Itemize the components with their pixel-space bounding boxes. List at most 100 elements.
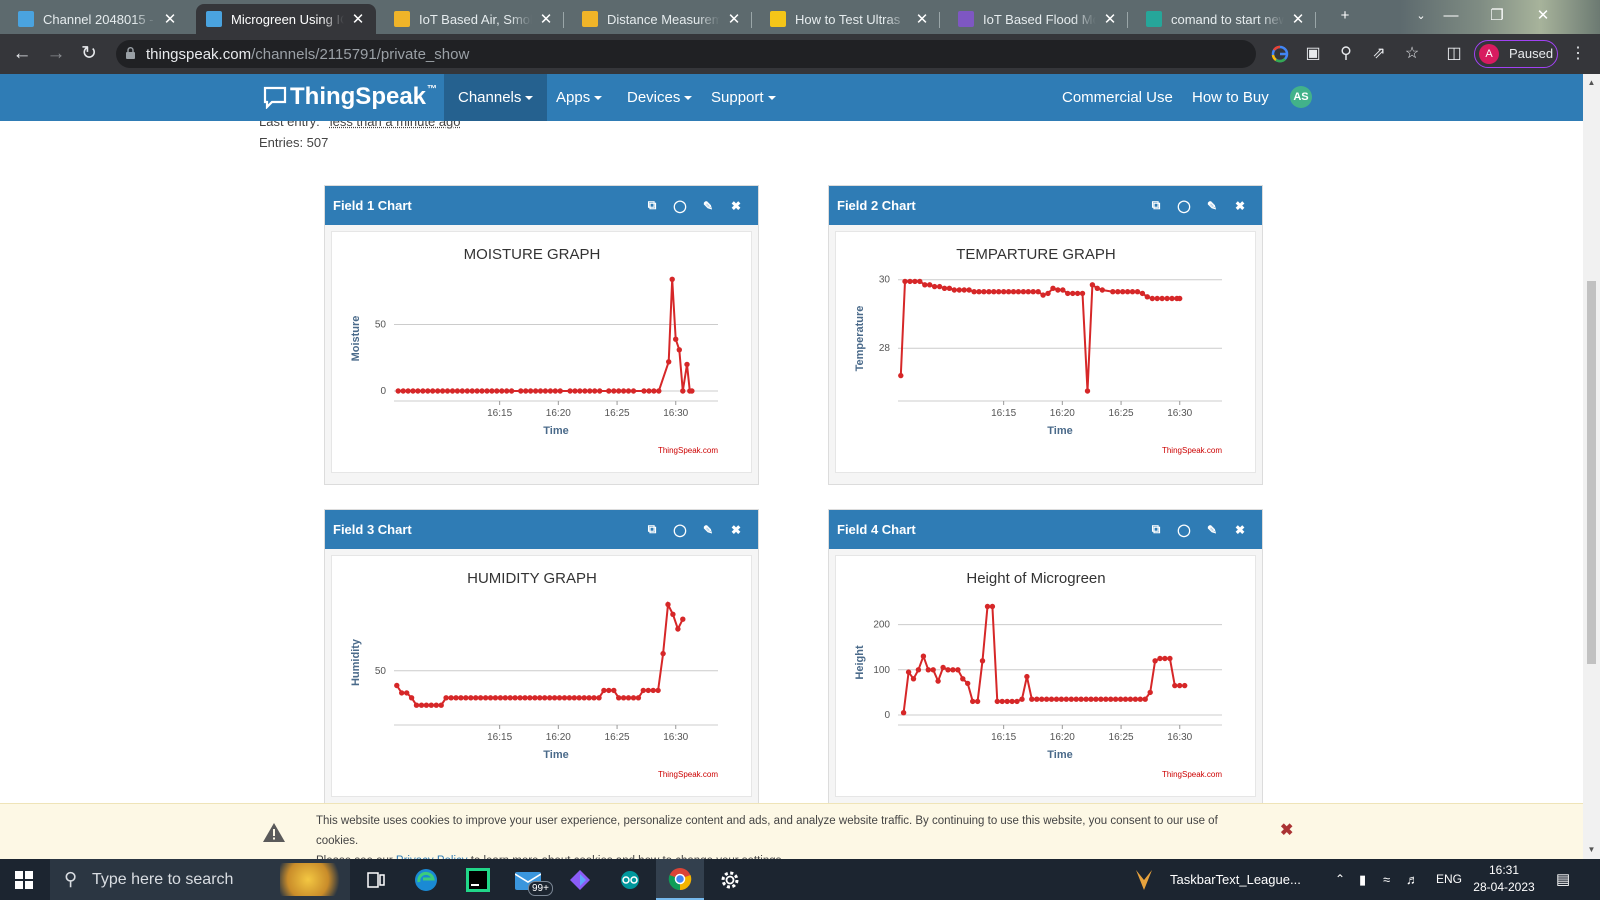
- data-point[interactable]: [1040, 292, 1046, 298]
- data-point[interactable]: [1058, 696, 1065, 702]
- data-point[interactable]: [656, 388, 662, 394]
- data-point[interactable]: [981, 289, 987, 295]
- data-point[interactable]: [1060, 287, 1066, 293]
- data-point[interactable]: [1172, 682, 1178, 689]
- data-point[interactable]: [507, 695, 513, 701]
- data-point[interactable]: [1043, 696, 1050, 702]
- data-point[interactable]: [640, 687, 646, 694]
- data-point[interactable]: [1001, 289, 1007, 295]
- data-point[interactable]: [1103, 696, 1109, 702]
- data-point[interactable]: [1167, 655, 1173, 662]
- data-point[interactable]: [542, 388, 549, 394]
- data-point[interactable]: [941, 285, 948, 291]
- data-point[interactable]: [1078, 696, 1084, 702]
- task-view-icon[interactable]: [352, 859, 400, 900]
- data-point[interactable]: [469, 388, 475, 394]
- data-point[interactable]: [994, 698, 1000, 705]
- minimize-button[interactable]: —: [1428, 0, 1474, 34]
- data-point[interactable]: [976, 289, 982, 295]
- data-point[interactable]: [601, 687, 607, 694]
- data-point[interactable]: [576, 695, 582, 701]
- browser-tab[interactable]: Microgreen Using IOT ✕: [196, 4, 376, 34]
- data-point[interactable]: [974, 698, 981, 705]
- data-point[interactable]: [900, 710, 907, 716]
- data-point[interactable]: [910, 676, 917, 682]
- data-point[interactable]: [635, 695, 642, 701]
- data-point[interactable]: [1068, 696, 1074, 702]
- reload-icon[interactable]: ↻: [77, 42, 101, 66]
- data-point[interactable]: [1115, 289, 1121, 295]
- data-point[interactable]: [400, 388, 406, 394]
- scroll-up-icon[interactable]: ▲: [1583, 76, 1600, 90]
- data-point[interactable]: [651, 388, 657, 394]
- data-point[interactable]: [630, 388, 637, 394]
- external-link-icon[interactable]: ⧉: [638, 522, 666, 537]
- data-point[interactable]: [1055, 287, 1061, 293]
- data-point[interactable]: [971, 289, 977, 295]
- data-point[interactable]: [1015, 289, 1022, 295]
- data-point[interactable]: [1065, 290, 1071, 297]
- data-point[interactable]: [1084, 388, 1091, 394]
- data-point[interactable]: [537, 388, 544, 394]
- data-point[interactable]: [404, 690, 410, 696]
- edit-pencil-icon[interactable]: ✎: [1198, 199, 1226, 213]
- data-point[interactable]: [979, 658, 986, 664]
- data-point[interactable]: [1182, 682, 1188, 689]
- data-point[interactable]: [641, 388, 647, 394]
- pycharm-icon[interactable]: [454, 859, 502, 900]
- data-point[interactable]: [1154, 295, 1160, 302]
- data-point[interactable]: [961, 287, 967, 293]
- data-point[interactable]: [675, 626, 681, 632]
- data-point[interactable]: [666, 359, 672, 365]
- taskbar-search[interactable]: ⚲ Type here to search: [50, 859, 350, 900]
- zoom-icon[interactable]: ⚲: [1334, 42, 1358, 66]
- data-point[interactable]: [925, 667, 931, 673]
- windows-start-icon[interactable]: [0, 859, 48, 900]
- data-point[interactable]: [410, 388, 416, 394]
- data-point[interactable]: [444, 388, 451, 394]
- side-panel-icon[interactable]: ◫: [1442, 42, 1466, 66]
- data-point[interactable]: [502, 695, 508, 701]
- data-point[interactable]: [1144, 294, 1150, 300]
- data-point[interactable]: [616, 695, 622, 701]
- data-point[interactable]: [418, 702, 425, 708]
- tab-close-icon[interactable]: ✕: [1290, 10, 1306, 28]
- data-point[interactable]: [616, 388, 622, 394]
- tab-close-icon[interactable]: ✕: [350, 10, 366, 28]
- wifi-icon[interactable]: ≈: [1383, 859, 1390, 900]
- data-point[interactable]: [1122, 696, 1129, 702]
- data-point[interactable]: [951, 287, 957, 293]
- data-point[interactable]: [454, 388, 461, 394]
- data-point[interactable]: [946, 285, 953, 291]
- volume-icon[interactable]: ♬: [1406, 859, 1419, 900]
- data-point[interactable]: [494, 388, 500, 394]
- data-point[interactable]: [606, 388, 612, 394]
- data-point[interactable]: [1010, 289, 1017, 295]
- data-point[interactable]: [902, 278, 908, 285]
- close-icon[interactable]: ✖: [1226, 523, 1254, 537]
- dev-app-icon[interactable]: [556, 859, 604, 900]
- new-tab-button[interactable]: +: [1322, 0, 1368, 34]
- data-point[interactable]: [468, 695, 474, 701]
- comment-icon[interactable]: ◯: [666, 199, 694, 213]
- data-point[interactable]: [561, 695, 568, 701]
- nav-devices[interactable]: Devices: [613, 74, 706, 121]
- data-point[interactable]: [905, 669, 912, 675]
- tab-close-icon[interactable]: ✕: [162, 10, 178, 28]
- data-point[interactable]: [1045, 290, 1051, 297]
- data-point[interactable]: [689, 388, 695, 394]
- data-point[interactable]: [630, 695, 637, 701]
- external-link-icon[interactable]: ⧉: [638, 198, 666, 213]
- data-point[interactable]: [940, 664, 946, 671]
- data-point[interactable]: [1020, 289, 1027, 295]
- data-point[interactable]: [927, 282, 933, 288]
- profile-button[interactable]: A Paused: [1474, 40, 1558, 68]
- scrollbar-thumb[interactable]: [1587, 281, 1596, 664]
- data-point[interactable]: [1070, 290, 1076, 297]
- data-point[interactable]: [1124, 289, 1131, 295]
- data-point[interactable]: [1089, 282, 1096, 288]
- data-point[interactable]: [1094, 285, 1100, 291]
- data-point[interactable]: [492, 695, 499, 701]
- data-point[interactable]: [497, 695, 504, 701]
- data-point[interactable]: [1035, 289, 1041, 295]
